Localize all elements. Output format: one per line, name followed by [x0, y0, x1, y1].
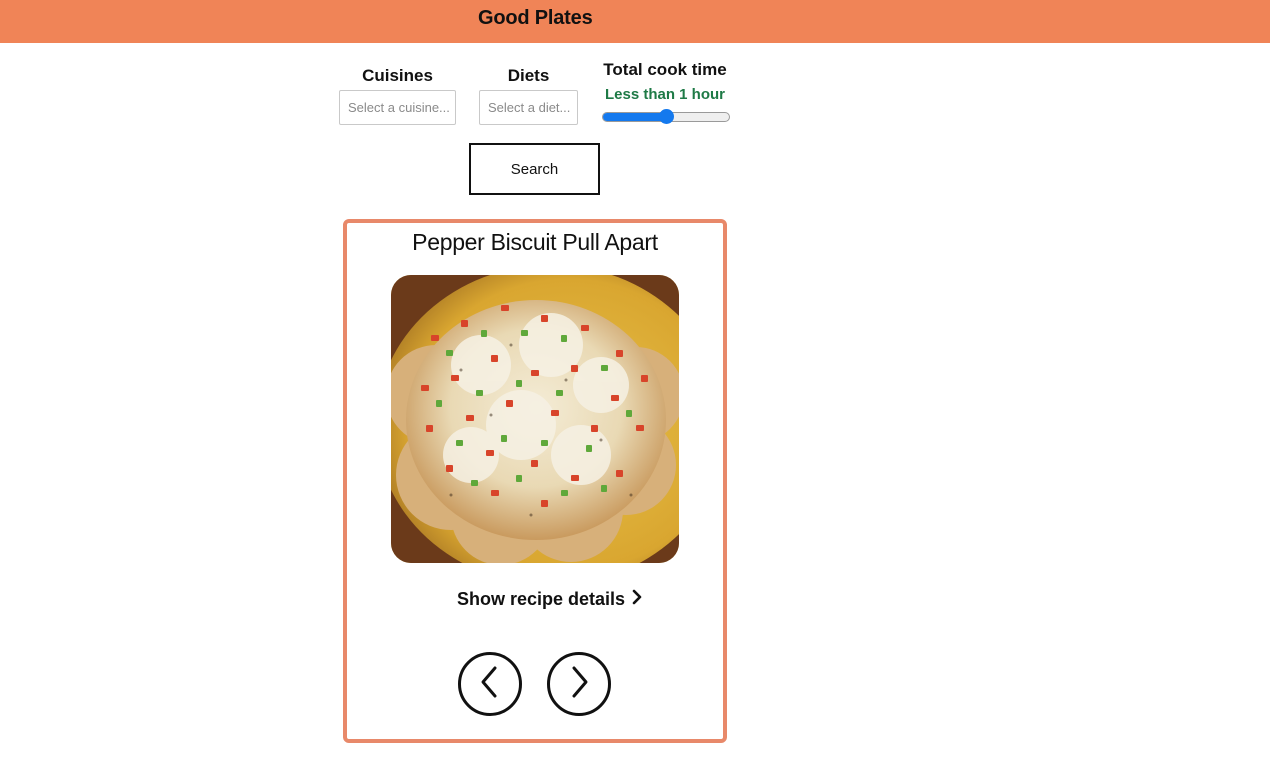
recipe-card: Pepper Biscuit Pull Apart Show recipe de… — [343, 219, 727, 743]
recipe-title: Pepper Biscuit Pull Apart — [412, 229, 658, 255]
show-recipe-details-link[interactable]: Show recipe details — [457, 589, 643, 610]
search-button[interactable]: Search — [469, 143, 600, 195]
next-recipe-button[interactable] — [547, 652, 611, 716]
chevron-right-icon — [631, 589, 643, 610]
cuisine-select[interactable]: Select a cuisine... — [339, 90, 456, 125]
cook-time-slider-fill — [603, 113, 666, 121]
diets-label: Diets — [507, 66, 550, 85]
cook-time-value: Less than 1 hour — [604, 86, 726, 103]
cook-time-slider-handle[interactable] — [658, 109, 674, 124]
chevron-right-icon — [567, 665, 591, 704]
cook-time-label: Total cook time — [603, 60, 727, 79]
chevron-left-icon — [478, 665, 502, 704]
previous-recipe-button[interactable] — [458, 652, 522, 716]
cuisines-label: Cuisines — [362, 66, 433, 85]
app-title: Good Plates — [478, 7, 593, 29]
diet-select[interactable]: Select a diet... — [479, 90, 578, 125]
pepper-biscuit-pull-apart-photo — [391, 275, 679, 563]
show-recipe-details-label: Show recipe details — [457, 589, 626, 609]
top-bar: Good Plates — [0, 0, 1270, 43]
recipe-photo — [391, 275, 679, 563]
